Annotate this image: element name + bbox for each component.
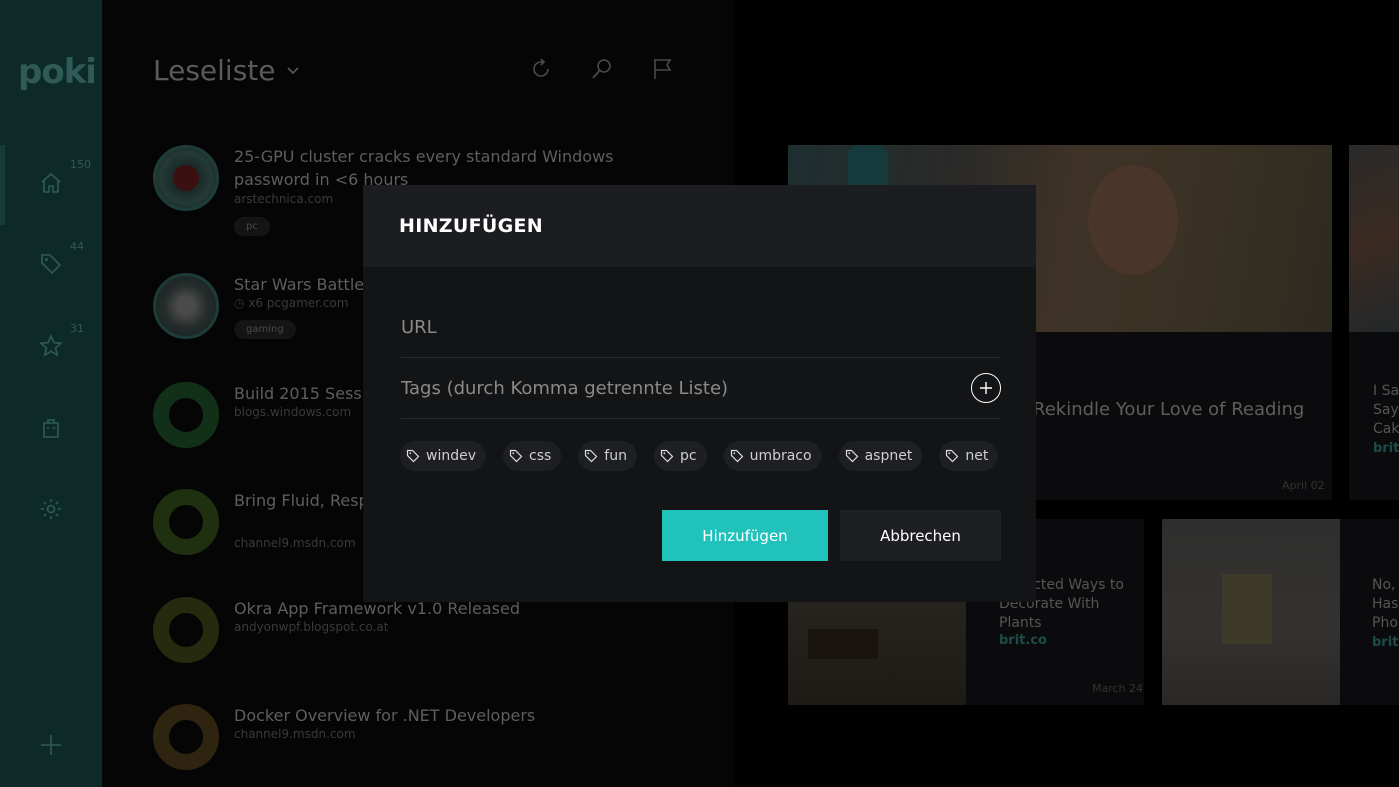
tag-icon — [585, 449, 598, 463]
plus-icon — [980, 382, 992, 394]
tag-icon — [946, 449, 959, 463]
tag-icon — [845, 449, 858, 463]
tag-chip[interactable]: css — [503, 441, 562, 471]
url-input[interactable] — [401, 298, 961, 356]
tag-chip-label: windev — [426, 448, 476, 464]
url-field — [401, 298, 1001, 358]
tag-chip-label: fun — [604, 448, 627, 464]
tag-suggestions: windev css fun pc umbraco aspnet net — [400, 441, 999, 471]
tag-icon — [509, 449, 523, 463]
tags-field — [401, 359, 1001, 419]
tag-chip[interactable]: umbraco — [723, 441, 822, 471]
tag-chip[interactable]: net — [939, 441, 999, 471]
tag-icon — [406, 449, 420, 463]
tag-icon — [730, 449, 743, 463]
tags-input[interactable] — [401, 359, 961, 417]
add-dialog: HINZUFÜGEN windev css fun pc umbraco — [363, 185, 1036, 602]
tag-icon — [660, 449, 674, 463]
tag-chip-label: umbraco — [749, 448, 812, 464]
dialog-header: HINZUFÜGEN — [363, 185, 1036, 267]
tag-chip[interactable]: fun — [578, 441, 637, 471]
tag-chip-label: aspnet — [864, 448, 913, 464]
tag-chip[interactable]: windev — [400, 441, 486, 471]
tag-chip-label: net — [965, 448, 989, 464]
tag-chip[interactable]: aspnet — [838, 441, 923, 471]
tag-chip[interactable]: pc — [653, 441, 707, 471]
tag-chip-label: css — [529, 448, 552, 464]
add-button-confirm[interactable]: Hinzufügen — [662, 510, 828, 561]
cancel-button[interactable]: Abbrechen — [840, 510, 1001, 561]
dialog-title: HINZUFÜGEN — [399, 215, 543, 237]
tag-chip-label: pc — [679, 448, 697, 464]
add-tag-button[interactable] — [971, 373, 1001, 403]
